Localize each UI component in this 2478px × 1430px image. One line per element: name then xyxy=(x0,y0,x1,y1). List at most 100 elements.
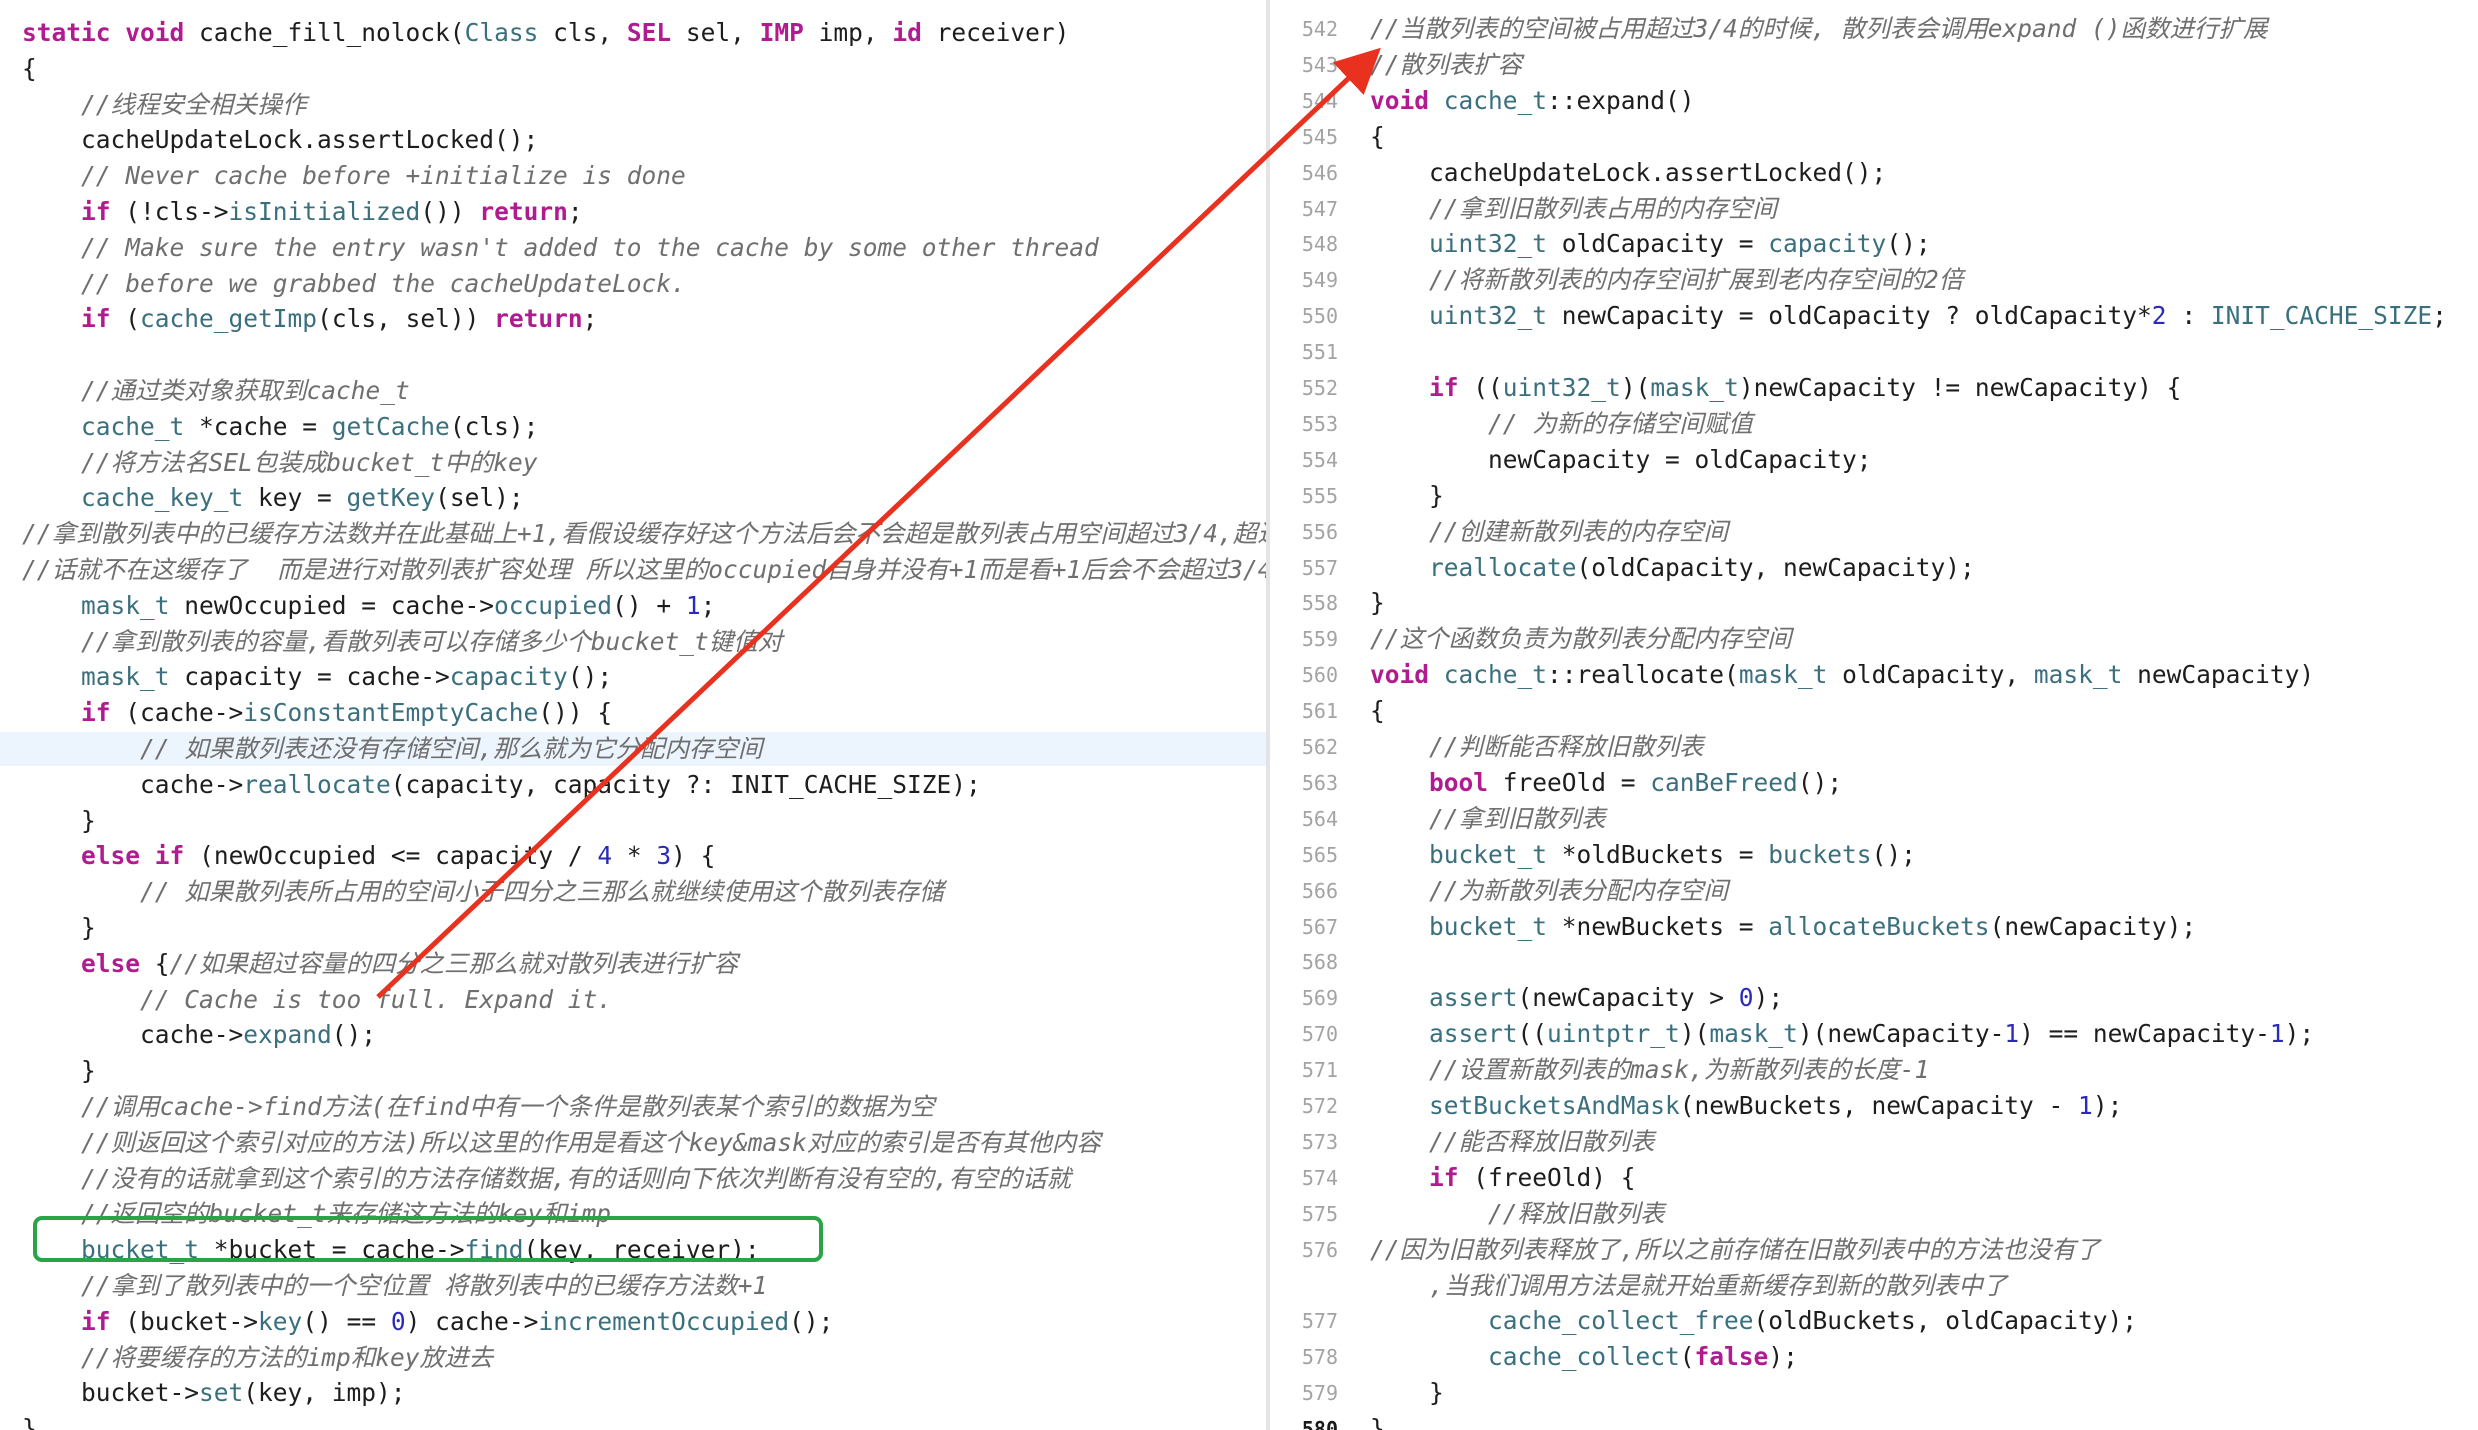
line-number: 548 xyxy=(1301,232,1338,257)
code-line[interactable]: } xyxy=(0,911,1266,945)
code-line[interactable]: } xyxy=(0,1412,1266,1430)
code-token: // 如果散列表还没有存储空间,那么就为它分配内存空间 xyxy=(22,734,763,763)
code-line[interactable]: 568 xyxy=(1270,945,2478,979)
code-line[interactable]: //拿到散列表中的已缓存方法数并在此基础上+1,看假设缓存好这个方法后会不会超是… xyxy=(0,517,1266,551)
code-line[interactable]: 543 //散列表扩容 xyxy=(1270,48,2478,82)
code-line[interactable]: if (!cls->isInitialized()) return; xyxy=(0,195,1266,229)
code-line[interactable]: 559 //这个函数负责为散列表分配内存空间 xyxy=(1270,622,2478,656)
code-line[interactable]: 542 //当散列表的空间被占用超过3/4的时候, 散列表会调用expand ()… xyxy=(1270,12,2478,46)
code-line[interactable]: ,当我们调用方法是就开始重新缓存到新的散列表中了 xyxy=(1270,1269,2478,1303)
code-line[interactable]: 573 //能否释放旧散列表 xyxy=(1270,1125,2478,1159)
code-line[interactable]: // Never cache before +initialize is don… xyxy=(0,159,1266,193)
code-line[interactable]: 564 //拿到旧散列表 xyxy=(1270,802,2478,836)
code-line[interactable]: { xyxy=(0,52,1266,86)
code-token: key = xyxy=(243,483,347,513)
code-line[interactable]: cacheUpdateLock.assertLocked(); xyxy=(0,123,1266,157)
code-token: cache_collect xyxy=(1488,1342,1680,1372)
code-line[interactable]: 575 //释放旧散列表 xyxy=(1270,1197,2478,1231)
code-text: //没有的话就拿到这个索引的方法存储数据,有的话则向下依次判断有没有空的,有空的… xyxy=(22,1162,1071,1196)
code-line[interactable]: cache_t *cache = getCache(cls); xyxy=(0,410,1266,444)
code-line[interactable]: cache_key_t key = getKey(sel); xyxy=(0,481,1266,515)
code-line[interactable]: else if (newOccupied <= capacity / 4 * 3… xyxy=(0,839,1266,873)
code-line[interactable]: 551 xyxy=(1270,335,2478,369)
code-line[interactable]: 561 { xyxy=(1270,694,2478,728)
code-line[interactable]: // 如果散列表还没有存储空间,那么就为它分配内存空间 xyxy=(0,732,1266,766)
code-line[interactable]: if (bucket->key() == 0) cache->increment… xyxy=(0,1305,1266,1339)
code-line[interactable]: 574 if (freeOld) { xyxy=(1270,1161,2478,1195)
code-text: uint32_t oldCapacity = capacity(); xyxy=(1370,227,1931,261)
code-line[interactable]: 549 //将新散列表的内存空间扩展到老内存空间的2倍 xyxy=(1270,263,2478,297)
code-line[interactable]: 565 bucket_t *oldBuckets = buckets(); xyxy=(1270,838,2478,872)
code-line[interactable]: //没有的话就拿到这个索引的方法存储数据,有的话则向下依次判断有没有空的,有空的… xyxy=(0,1162,1266,1196)
code-line[interactable]: 580} xyxy=(1270,1412,2478,1430)
code-token: ,当我们调用方法是就开始重新缓存到新的散列表中了 xyxy=(1370,1270,2008,1300)
code-line[interactable]: mask_t capacity = cache->capacity(); xyxy=(0,660,1266,694)
code-line[interactable]: cache->reallocate(capacity, capacity ?: … xyxy=(0,768,1266,802)
code-line[interactable]: 576 //因为旧散列表释放了,所以之前存储在旧散列表中的方法也没有了 xyxy=(1270,1233,2478,1267)
code-line[interactable]: 567 bucket_t *newBuckets = allocateBucke… xyxy=(1270,910,2478,944)
code-line[interactable]: } xyxy=(0,804,1266,838)
code-token: (key, imp); xyxy=(243,1378,406,1408)
code-line[interactable]: bucket->set(key, imp); xyxy=(0,1376,1266,1410)
code-token: if xyxy=(81,698,111,728)
code-token: if xyxy=(81,197,111,226)
code-line[interactable]: 545 { xyxy=(1270,120,2478,154)
right-code-editor[interactable]: 542 //当散列表的空间被占用超过3/4的时候, 散列表会调用expand ()… xyxy=(1270,0,2478,1430)
code-line[interactable]: if (cache->isConstantEmptyCache()) { xyxy=(0,696,1266,730)
code-line[interactable]: //调用cache->find方法(在find中有一个条件是散列表某个索引的数据… xyxy=(0,1090,1266,1124)
code-line[interactable]: cache->expand(); xyxy=(0,1018,1266,1052)
code-text: //拿到旧散列表 xyxy=(1370,802,1606,836)
code-line[interactable]: //拿到散列表的容量,看散列表可以存储多少个bucket_t键值对 xyxy=(0,625,1266,659)
code-line[interactable]: 569 assert(newCapacity > 0); xyxy=(1270,981,2478,1015)
code-line[interactable]: 563 bool freeOld = canBeFreed(); xyxy=(1270,766,2478,800)
code-line[interactable]: 570 assert((uintptr_t)(mask_t)(newCapaci… xyxy=(1270,1017,2478,1051)
code-text: //调用cache->find方法(在find中有一个条件是散列表某个索引的数据… xyxy=(22,1090,935,1124)
code-line[interactable]: 558} xyxy=(1270,586,2478,620)
code-line[interactable]: mask_t newOccupied = cache->occupied() +… xyxy=(0,589,1266,623)
line-number: 562 xyxy=(1301,735,1338,759)
code-line[interactable]: 546 cacheUpdateLock.assertLocked(); xyxy=(1270,156,2478,190)
code-line[interactable]: // Make sure the entry wasn't added to t… xyxy=(0,231,1266,265)
code-token: (); xyxy=(567,662,613,692)
line-number: 561 xyxy=(1301,699,1338,724)
code-line[interactable]: else {//如果超过容量的四分之三那么就对散列表进行扩容 xyxy=(0,947,1266,981)
code-line[interactable] xyxy=(0,338,1266,372)
code-token: bucket-> xyxy=(22,1378,200,1408)
code-line[interactable]: 566 //为新散列表分配内存空间 xyxy=(1270,874,2478,908)
code-line[interactable]: 555 } xyxy=(1270,479,2478,513)
code-line[interactable]: 572 setBucketsAndMask(newBuckets, newCap… xyxy=(1270,1089,2478,1123)
code-line[interactable]: //拿到了散列表中的一个空位置 将散列表中的已缓存方法数+1 xyxy=(0,1269,1266,1303)
code-line[interactable]: //通过类对象获取到cache_t xyxy=(0,374,1266,408)
code-token: //将新散列表的内存空间扩展到老内存空间的2倍 xyxy=(1370,265,1964,295)
code-line[interactable]: //线程安全相关操作 xyxy=(0,88,1266,122)
code-line[interactable]: 547 //拿到旧散列表占用的内存空间 xyxy=(1270,192,2478,226)
code-line[interactable]: 553 // 为新的存储空间赋值 xyxy=(1270,407,2478,441)
code-line[interactable]: 571 //设置新散列表的mask,为新散列表的长度-1 xyxy=(1270,1053,2478,1087)
code-token: cache_getImp xyxy=(140,304,318,334)
code-line[interactable]: 550 uint32_t newCapacity = oldCapacity ?… xyxy=(1270,299,2478,333)
code-line[interactable]: static void cache_fill_nolock(Class cls,… xyxy=(0,16,1266,50)
code-line[interactable]: //话就不在这缓存了 而是进行对散列表扩容处理 所以这里的occupied自身并… xyxy=(0,553,1266,587)
code-line[interactable]: // 如果散列表所占用的空间小于四分之三那么就继续使用这个散列表存储 xyxy=(0,875,1266,909)
code-line[interactable]: //将要缓存的方法的imp和key放进去 xyxy=(0,1341,1266,1375)
code-line[interactable]: 556 //创建新散列表的内存空间 xyxy=(1270,515,2478,549)
code-line[interactable]: 579 } xyxy=(1270,1376,2478,1410)
code-line[interactable]: 552 if ((uint32_t)(mask_t)newCapacity !=… xyxy=(1270,371,2478,405)
code-line[interactable]: 560 void cache_t::reallocate(mask_t oldCa… xyxy=(1270,658,2478,692)
line-number: 575 xyxy=(1301,1201,1338,1226)
code-line[interactable]: 554 newCapacity = oldCapacity; xyxy=(1270,443,2478,477)
code-line[interactable]: // Cache is too full. Expand it. xyxy=(0,983,1266,1017)
code-line[interactable]: 544 void cache_t::expand() xyxy=(1270,84,2478,118)
code-line[interactable]: // before we grabbed the cacheUpdateLock… xyxy=(0,267,1266,301)
code-line[interactable]: 578 cache_collect(false); xyxy=(1270,1340,2478,1374)
code-line[interactable]: } xyxy=(0,1054,1266,1088)
code-line[interactable]: //将方法名SEL包装成bucket_t中的key xyxy=(0,446,1266,480)
code-line[interactable]: 548 uint32_t oldCapacity = capacity(); xyxy=(1270,227,2478,261)
code-token: 1 xyxy=(685,590,701,620)
code-line[interactable]: 577 cache_collect_free(oldBuckets, oldCa… xyxy=(1270,1304,2478,1338)
code-line[interactable]: if (cache_getImp(cls, sel)) return; xyxy=(0,302,1266,336)
code-line[interactable]: //则返回这个索引对应的方法)所以这里的作用是看这个key&mask对应的索引是… xyxy=(0,1126,1266,1160)
code-line[interactable]: 562 //判断能否释放旧散列表 xyxy=(1270,730,2478,764)
code-line[interactable]: 557 reallocate(oldCapacity, newCapacity)… xyxy=(1270,551,2478,585)
